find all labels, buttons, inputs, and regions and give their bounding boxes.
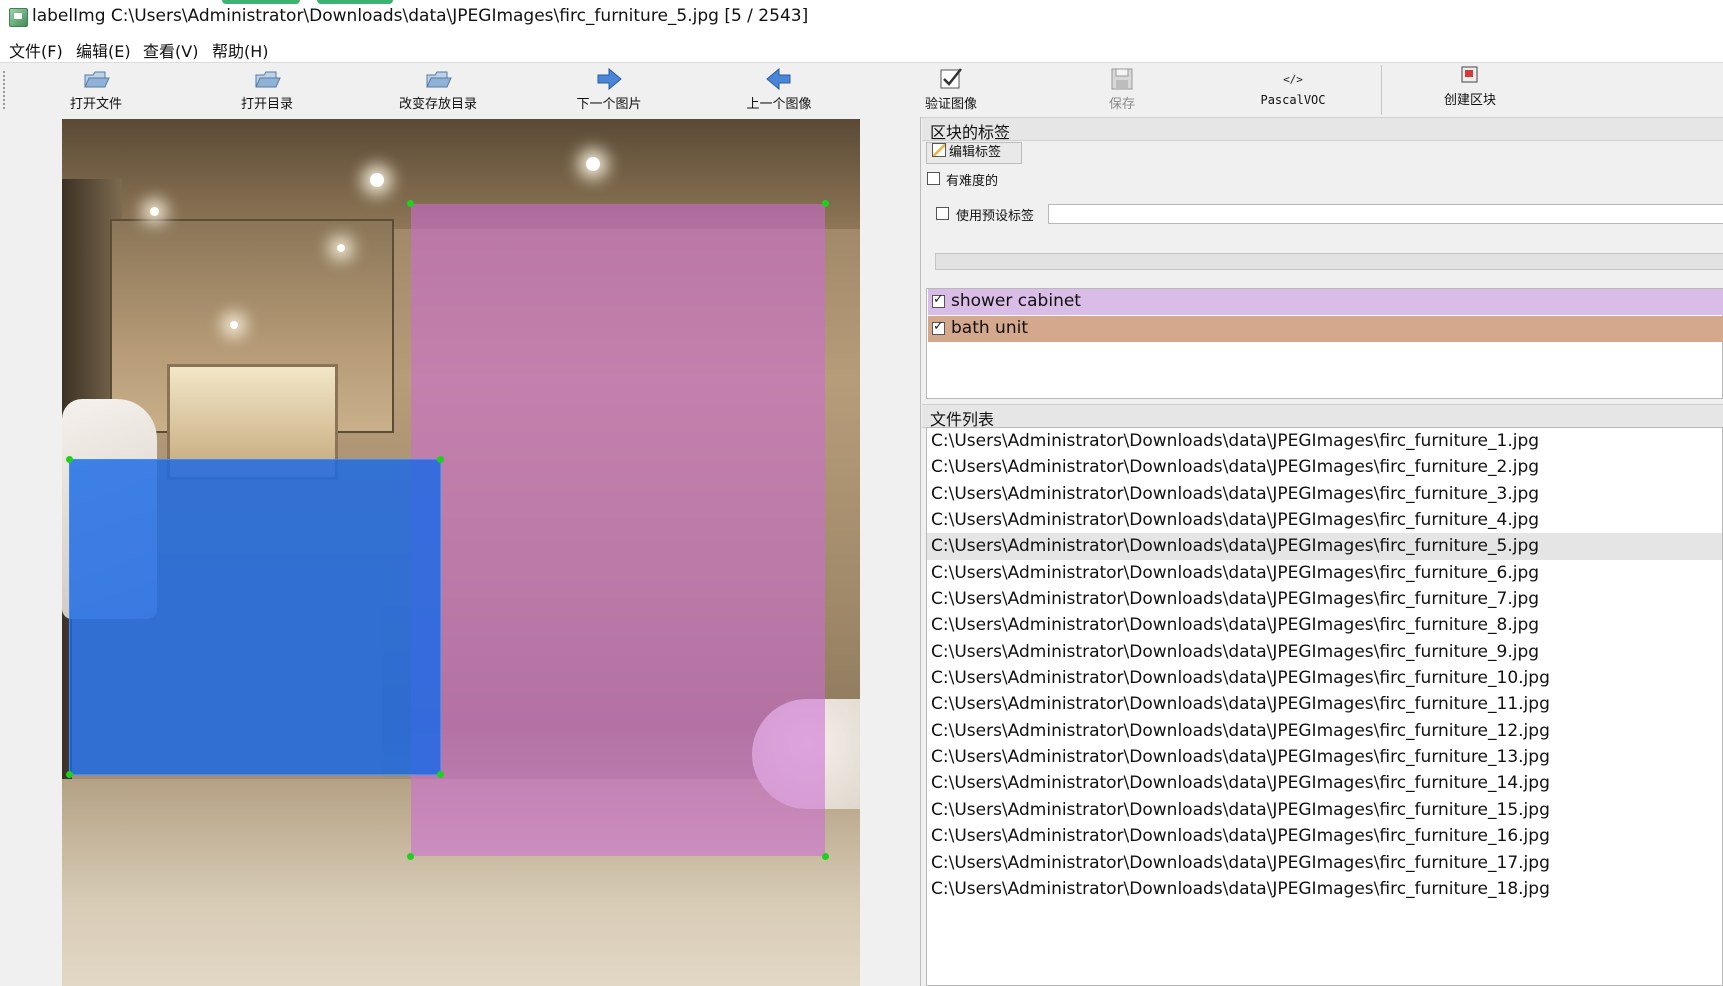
svg-text:</>: </> [1283, 73, 1303, 86]
box-labels-dock-title[interactable]: 区块的标签 [922, 117, 1723, 142]
create-box-icon [1461, 66, 1478, 83]
open-dir-label: 打开目录 [240, 97, 293, 112]
photo-ceiling-light [230, 321, 238, 329]
open-file-icon [84, 71, 110, 88]
label-list[interactable]: shower cabinet bath unit [926, 288, 1723, 399]
next-image-button[interactable]: 下一个图片 [565, 63, 653, 117]
default-label-combo[interactable] [935, 253, 1723, 270]
bbox-shower-cabinet[interactable] [407, 200, 829, 860]
next-image-label: 下一个图片 [576, 97, 642, 112]
verify-icon [940, 68, 962, 89]
change-save-dir-button[interactable]: 改变存放目录 [388, 63, 488, 117]
tab-indicator [317, 0, 393, 4]
app-icon [9, 8, 28, 27]
label-item-text: bath unit [951, 318, 1028, 338]
file-list-item[interactable]: C:\Users\Administrator\Downloads\data\JP… [927, 454, 1722, 480]
create-box-button[interactable]: 创建区块 [1432, 59, 1508, 113]
label-item-shower-cabinet[interactable]: shower cabinet [928, 289, 1723, 315]
file-list-item[interactable]: C:\Users\Administrator\Downloads\data\JP… [927, 639, 1722, 665]
format-toggle-button[interactable]: </> PascalVOC [1252, 63, 1334, 117]
toolbar: 打开文件 打开目录 改变存放目录 下一个图片 上一个图像 验证图像 保存 </>… [0, 62, 1723, 118]
open-file-label: 打开文件 [69, 97, 122, 112]
file-list-item[interactable]: C:\Users\Administrator\Downloads\data\JP… [927, 665, 1722, 691]
use-default-label-checkbox[interactable] [936, 207, 949, 220]
file-list-item[interactable]: C:\Users\Administrator\Downloads\data\JP… [927, 691, 1722, 717]
save-icon [1111, 68, 1133, 90]
difficult-checkbox[interactable] [927, 172, 940, 185]
bbox-handle[interactable] [822, 853, 829, 860]
file-list-item[interactable]: C:\Users\Administrator\Downloads\data\JP… [927, 718, 1722, 744]
prev-image-label: 上一个图像 [746, 97, 812, 112]
format-icon: </> [1283, 73, 1303, 86]
file-list-item[interactable]: C:\Users\Administrator\Downloads\data\JP… [927, 876, 1722, 902]
file-list-item[interactable]: C:\Users\Administrator\Downloads\data\JP… [927, 428, 1722, 454]
file-list-item[interactable]: C:\Users\Administrator\Downloads\data\JP… [927, 850, 1722, 876]
open-dir-icon [255, 71, 281, 88]
photo-ceiling-light [337, 244, 345, 252]
menu-file[interactable]: 文件(F) [9, 38, 63, 62]
bbox-handle[interactable] [437, 771, 444, 778]
label-item-bath-unit[interactable]: bath unit [928, 316, 1723, 342]
right-dock: 区块的标签 编辑标签 有难度的 使用预设标签 shower cabinet ba… [922, 117, 1723, 986]
label-item-text: shower cabinet [951, 291, 1081, 311]
save-button[interactable]: 保存 [1092, 63, 1152, 117]
title-bar: labelImg C:\Users\Administrator\Download… [0, 0, 1723, 36]
toolbar-grip[interactable] [3, 71, 5, 109]
box-labels-title: 区块的标签 [930, 123, 1011, 142]
file-list-item-selected[interactable]: C:\Users\Administrator\Downloads\data\JP… [927, 533, 1722, 560]
file-list-item[interactable]: C:\Users\Administrator\Downloads\data\JP… [927, 560, 1722, 586]
open-dir-button[interactable]: 打开目录 [226, 63, 308, 117]
tab-indicator [222, 0, 300, 4]
label-checkbox[interactable] [932, 292, 945, 308]
open-file-button[interactable]: 打开文件 [55, 63, 137, 117]
label-checkbox[interactable] [932, 319, 945, 335]
default-label-input[interactable] [1048, 204, 1723, 224]
save-label: 保存 [1108, 97, 1135, 112]
prev-image-button[interactable]: 上一个图像 [735, 63, 823, 117]
menu-edit[interactable]: 编辑(E) [76, 38, 131, 62]
change-save-dir-icon [426, 71, 452, 88]
prev-image-icon [766, 67, 791, 91]
file-list-item[interactable]: C:\Users\Administrator\Downloads\data\JP… [927, 481, 1722, 507]
change-save-dir-label: 改变存放目录 [398, 97, 477, 112]
create-box-label: 创建区块 [1443, 93, 1496, 108]
format-label: PascalVOC [1260, 93, 1326, 107]
bbox-handle[interactable] [437, 456, 444, 463]
bbox-bath-unit[interactable] [66, 456, 444, 778]
menu-view[interactable]: 查看(V) [143, 38, 198, 62]
bbox-handle[interactable] [407, 853, 414, 860]
file-list-item[interactable]: C:\Users\Administrator\Downloads\data\JP… [927, 770, 1722, 796]
file-list-item[interactable]: C:\Users\Administrator\Downloads\data\JP… [927, 507, 1722, 533]
next-image-icon [597, 67, 622, 91]
verify-image-label: 验证图像 [924, 97, 977, 112]
bbox-handle[interactable] [66, 456, 73, 463]
file-list-item[interactable]: C:\Users\Administrator\Downloads\data\JP… [927, 612, 1722, 638]
pencil-icon [932, 143, 946, 157]
image-canvas[interactable] [0, 117, 921, 986]
file-list-item[interactable]: C:\Users\Administrator\Downloads\data\JP… [927, 797, 1722, 823]
window-title: labelImg C:\Users\Administrator\Download… [32, 6, 809, 26]
use-default-label-text: 使用预设标签 [956, 209, 1035, 224]
file-list-item[interactable]: C:\Users\Administrator\Downloads\data\JP… [927, 823, 1722, 849]
photo-ceiling-light [370, 173, 384, 187]
toolbar-divider [1381, 65, 1382, 115]
bbox-handle[interactable] [407, 200, 414, 207]
edit-label-text: 编辑标签 [949, 145, 1002, 160]
difficult-label: 有难度的 [946, 174, 999, 189]
bbox-handle[interactable] [66, 771, 73, 778]
photo-ceiling-light [586, 157, 600, 171]
file-list-dock-title[interactable]: 文件列表 [922, 404, 1723, 429]
file-list-item[interactable]: C:\Users\Administrator\Downloads\data\JP… [927, 744, 1722, 770]
photo-ceiling-light [150, 207, 159, 216]
menu-help[interactable]: 帮助(H) [212, 38, 269, 62]
file-list[interactable]: C:\Users\Administrator\Downloads\data\JP… [926, 427, 1723, 986]
edit-label-button[interactable]: 编辑标签 [926, 142, 1022, 164]
verify-image-button[interactable]: 验证图像 [913, 63, 989, 117]
file-list-item[interactable]: C:\Users\Administrator\Downloads\data\JP… [927, 586, 1722, 612]
bbox-handle[interactable] [822, 200, 829, 207]
